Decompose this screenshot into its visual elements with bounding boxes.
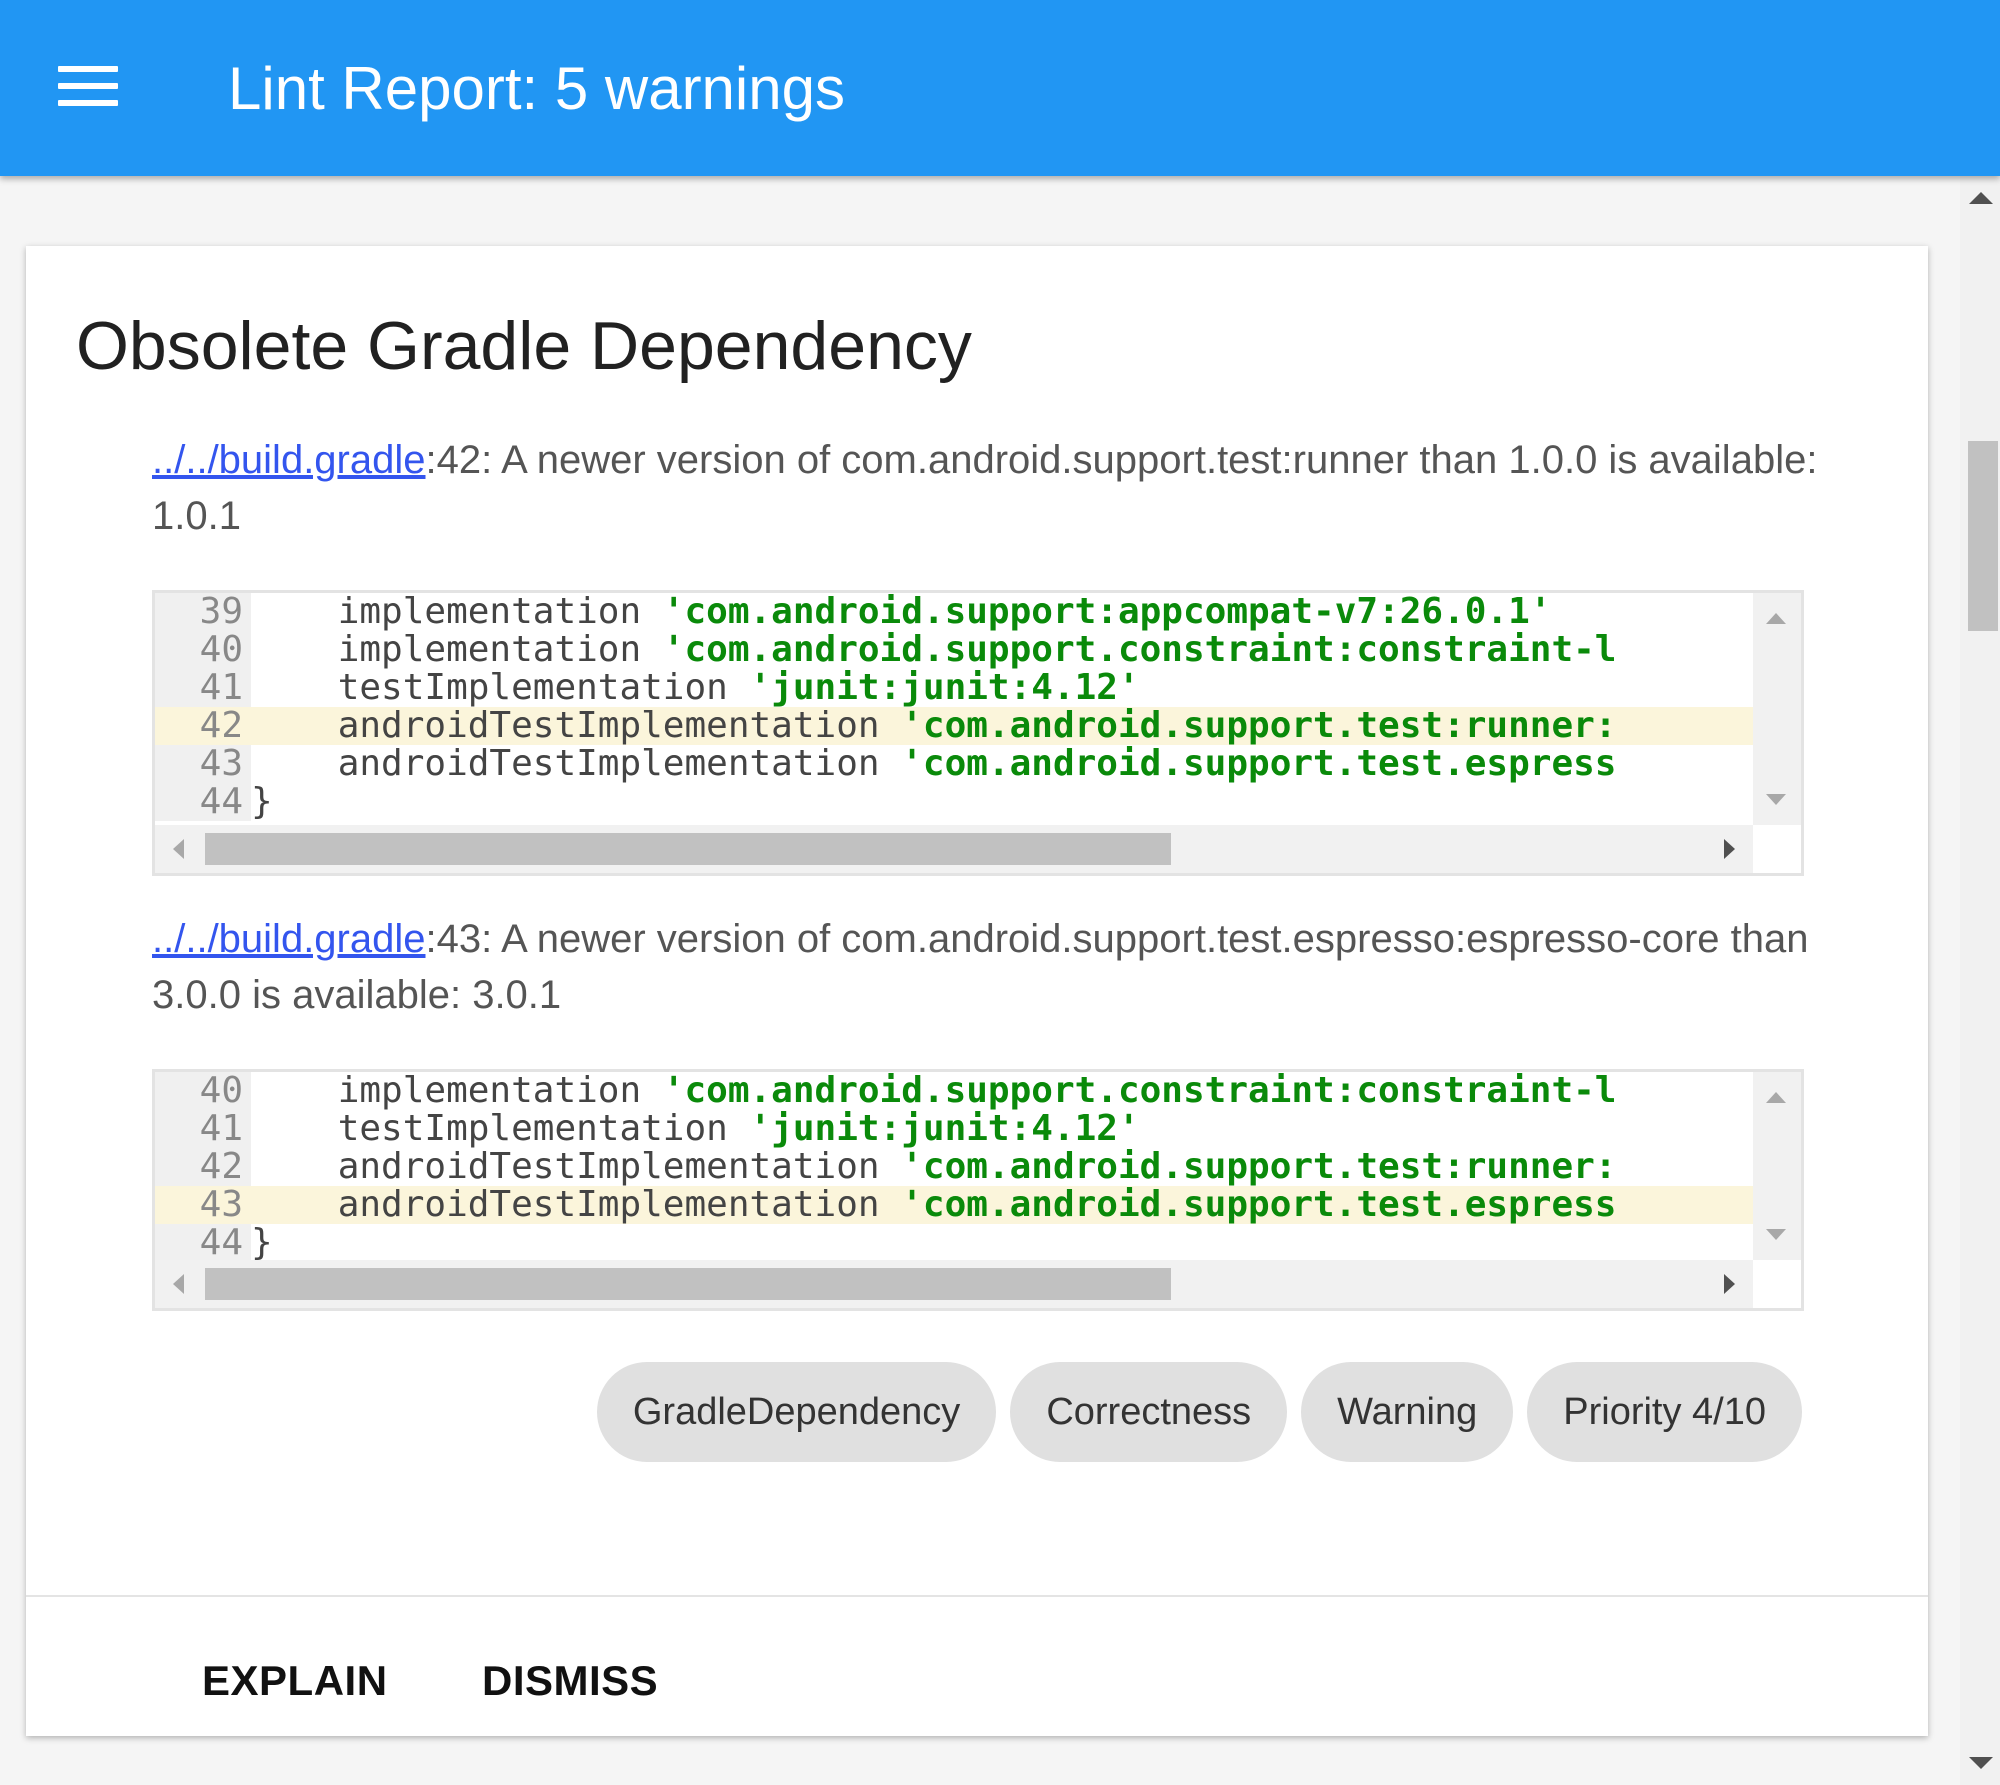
code-horizontal-scrollbar[interactable]: [155, 825, 1753, 873]
hamburger-menu-icon[interactable]: [58, 66, 118, 112]
code-statement: implementation: [337, 593, 663, 631]
scrollbar-corner: [1753, 825, 1801, 873]
line-number: 42: [155, 1148, 251, 1186]
scrollbar-corner: [1753, 1260, 1801, 1308]
code-statement: androidTestImplementation: [337, 1186, 902, 1224]
line-number: 40: [155, 1072, 251, 1110]
code-string-literal: 'junit:junit:4.12': [749, 1110, 1140, 1148]
code-line: 40 implementation 'com.android.support.c…: [155, 1072, 1753, 1110]
code-lines: 39 implementation 'com.android.support:a…: [155, 593, 1753, 821]
code-string-literal: 'com.android.support.constraint:constrai…: [662, 1072, 1617, 1110]
line-number: 39: [155, 593, 251, 631]
code-horizontal-scrollbar[interactable]: [155, 1260, 1753, 1308]
code-string-literal: 'com.android.support.test.espress: [901, 1186, 1617, 1224]
line-number: 41: [155, 669, 251, 707]
scrollbar-thumb[interactable]: [1968, 441, 1998, 631]
scroll-down-arrow-icon[interactable]: [1766, 1229, 1786, 1240]
code-statement: implementation: [337, 631, 663, 669]
page-title: Lint Report: 5 warnings: [228, 55, 845, 122]
scroll-right-arrow-icon[interactable]: [1724, 839, 1735, 859]
chip-category[interactable]: Correctness: [1010, 1362, 1288, 1462]
issue-chips: GradleDependency Correctness Warning Pri…: [596, 1362, 1802, 1462]
issue-title: Obsolete Gradle Dependency: [76, 308, 972, 384]
line-number: 40: [155, 631, 251, 669]
code-statement: testImplementation: [337, 669, 750, 707]
code-line: 41 testImplementation 'junit:junit:4.12': [155, 669, 1753, 707]
explain-button[interactable]: EXPLAIN: [202, 1646, 388, 1716]
code-line-highlighted: 42 androidTestImplementation 'com.androi…: [155, 707, 1753, 745]
code-statement: testImplementation: [337, 1110, 750, 1148]
line-number: 43: [155, 745, 251, 783]
code-line: 43 androidTestImplementation 'com.androi…: [155, 745, 1753, 783]
chip-severity[interactable]: Warning: [1301, 1362, 1514, 1462]
code-line: 42 androidTestImplementation 'com.androi…: [155, 1148, 1753, 1186]
line-number: 44: [155, 783, 251, 821]
code-string-literal: 'com.android.support.test:runner:: [901, 1148, 1617, 1186]
code-snippet: 39 implementation 'com.android.support:a…: [152, 590, 1804, 876]
code-string-literal: 'com.android.support.test:runner:: [901, 707, 1617, 745]
scroll-up-arrow-icon[interactable]: [1969, 192, 1993, 204]
code-statement: }: [251, 1224, 273, 1262]
code-line: 44}: [155, 1224, 1753, 1262]
code-vertical-scrollbar[interactable]: [1753, 593, 1801, 825]
scroll-left-arrow-icon[interactable]: [173, 839, 184, 859]
code-string-literal: 'junit:junit:4.12': [749, 669, 1140, 707]
code-snippet: 40 implementation 'com.android.support.c…: [152, 1069, 1804, 1311]
code-line-highlighted: 43 androidTestImplementation 'com.androi…: [155, 1186, 1753, 1224]
file-link[interactable]: ../../build.gradle: [152, 917, 426, 961]
scroll-down-arrow-icon[interactable]: [1766, 794, 1786, 805]
scrollbar-thumb[interactable]: [205, 1268, 1171, 1300]
file-link[interactable]: ../../build.gradle: [152, 438, 426, 482]
code-string-literal: 'com.android.support.constraint:constrai…: [662, 631, 1617, 669]
line-number: 44: [155, 1224, 251, 1262]
warning-message: ../../build.gradle:43: A newer version o…: [152, 911, 1828, 1023]
warning-message: ../../build.gradle:42: A newer version o…: [152, 432, 1828, 544]
code-string-literal: 'com.android.support.test.espress: [901, 745, 1617, 783]
code-line: 40 implementation 'com.android.support.c…: [155, 631, 1753, 669]
chip-issue-id[interactable]: GradleDependency: [596, 1362, 997, 1462]
line-number: 41: [155, 1110, 251, 1148]
code-string-literal: 'com.android.support:appcompat-v7:26.0.1…: [662, 593, 1552, 631]
chip-priority[interactable]: Priority 4/10: [1527, 1362, 1802, 1462]
scroll-left-arrow-icon[interactable]: [173, 1274, 184, 1294]
code-lines: 40 implementation 'com.android.support.c…: [155, 1072, 1753, 1262]
scroll-down-arrow-icon[interactable]: [1969, 1757, 1993, 1769]
code-line: 39 implementation 'com.android.support:a…: [155, 593, 1753, 631]
scroll-right-arrow-icon[interactable]: [1724, 1274, 1735, 1294]
scroll-up-arrow-icon[interactable]: [1766, 613, 1786, 624]
code-vertical-scrollbar[interactable]: [1753, 1072, 1801, 1260]
card-divider: [26, 1595, 1928, 1597]
dismiss-button[interactable]: DISMISS: [482, 1646, 658, 1716]
code-statement: implementation: [337, 1072, 663, 1110]
page-scrollbar[interactable]: [1960, 176, 2000, 1785]
line-number: 42: [155, 707, 251, 745]
code-statement: }: [251, 783, 273, 821]
app-bar: Lint Report: 5 warnings: [0, 0, 2000, 176]
scroll-up-arrow-icon[interactable]: [1766, 1092, 1786, 1103]
code-statement: androidTestImplementation: [337, 707, 902, 745]
code-statement: androidTestImplementation: [337, 1148, 902, 1186]
scrollbar-thumb[interactable]: [205, 833, 1171, 865]
line-number: 43: [155, 1186, 251, 1224]
code-line: 44}: [155, 783, 1753, 821]
issue-card: Obsolete Gradle Dependency ../../build.g…: [26, 246, 1928, 1736]
code-statement: androidTestImplementation: [337, 745, 902, 783]
code-line: 41 testImplementation 'junit:junit:4.12': [155, 1110, 1753, 1148]
